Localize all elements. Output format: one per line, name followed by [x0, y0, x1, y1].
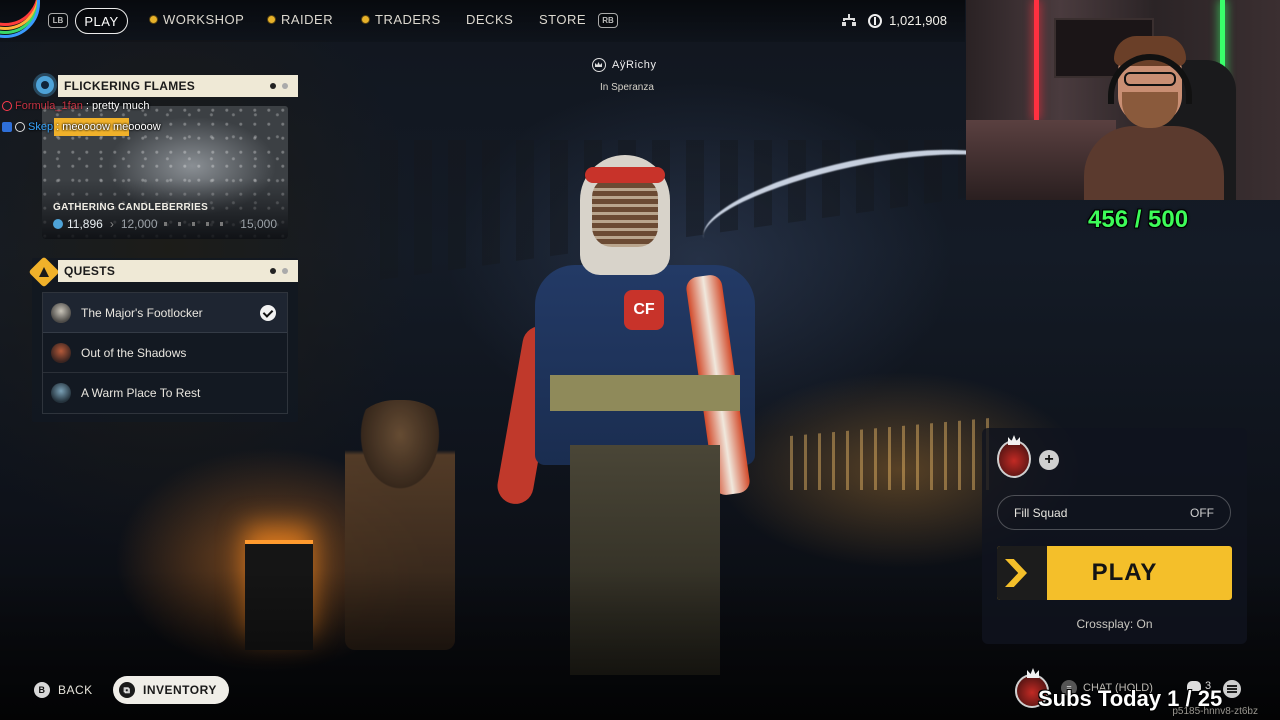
event-progress: 11,896 › 12,000 15,000: [53, 217, 277, 231]
rb-bumper-icon[interactable]: RB: [598, 13, 618, 28]
menu-icon[interactable]: [1223, 680, 1241, 698]
nav-tab-decks[interactable]: DECKS: [466, 12, 513, 27]
nav-tab-workshop[interactable]: WORKSHOP: [150, 12, 244, 27]
nav-tab-play[interactable]: PLAY: [75, 8, 128, 34]
quest-giver-avatar: [51, 302, 71, 323]
scene-candles: [790, 418, 990, 490]
event-pager[interactable]: [270, 83, 288, 89]
chat-message: Formula_1fan: pretty much: [2, 100, 149, 112]
player-location: In Speranza: [600, 82, 654, 93]
back-button[interactable]: B BACK: [34, 676, 93, 704]
view-button-icon: ⧉: [119, 682, 135, 698]
inventory-button[interactable]: ⧉ INVENTORY: [113, 676, 229, 704]
crown-icon: [1027, 668, 1039, 678]
quest-item[interactable]: A Warm Place To Rest: [43, 373, 287, 413]
chat-message: Skep: meoooow meoooow: [2, 121, 161, 133]
quests-header[interactable]: QUESTS: [58, 260, 298, 282]
quest-item[interactable]: Out of the Shadows: [43, 333, 287, 373]
quest-list: The Major's Footlocker Out of the Shadow…: [42, 292, 288, 414]
nav-tab-store[interactable]: STORE: [539, 12, 586, 27]
nav-tab-raider[interactable]: RAIDER: [268, 12, 333, 27]
gear-icon: [53, 219, 63, 229]
avatar[interactable]: [997, 440, 1031, 478]
crossplay-status: Crossplay: On: [1076, 617, 1153, 631]
player-tag: AÿRichy In Speranza: [592, 58, 657, 93]
gear-icon: [36, 76, 54, 94]
b-button-icon: B: [34, 682, 50, 698]
rainbow-overlay-icon: [0, 0, 40, 42]
add-squad-member-button[interactable]: +: [1039, 450, 1059, 470]
top-navigation: LB PLAY WORKSHOP RAIDER TRADERS DECKS ST…: [0, 0, 965, 42]
chevron-right-icon: ›: [109, 217, 114, 231]
character-logo: CF: [624, 290, 664, 330]
skill-tree-icon[interactable]: [841, 14, 857, 28]
quest-item[interactable]: The Major's Footlocker: [43, 293, 287, 333]
progress-dots: [163, 222, 235, 226]
quests-pager[interactable]: [270, 268, 288, 274]
currency-display: 1,021,908: [868, 13, 947, 28]
event-card-title: GATHERING CANDLEBERRIES: [53, 202, 209, 213]
play-button[interactable]: PLAY: [997, 546, 1232, 600]
notification-dot-icon: [362, 16, 369, 23]
check-icon: [260, 305, 276, 321]
lb-bumper-icon[interactable]: LB: [48, 13, 68, 28]
streamer-webcam: [966, 0, 1280, 200]
crown-icon: [592, 58, 606, 72]
fill-squad-toggle[interactable]: Fill Squad OFF: [997, 495, 1231, 530]
chat-badge-icon: [2, 122, 12, 132]
stream-goal-counter: 456 / 500: [1088, 206, 1189, 233]
nav-tab-traders[interactable]: TRADERS: [362, 12, 441, 27]
notification-dot-icon: [150, 16, 157, 23]
play-arrow-icon: [997, 546, 1047, 600]
quest-giver-avatar: [51, 342, 71, 363]
chat-badge-icon: [2, 101, 12, 111]
event-panel-header[interactable]: FLICKERING FLAMES: [58, 75, 298, 97]
coin-icon: [868, 13, 883, 28]
quest-giver-avatar: [51, 383, 71, 403]
build-id: p5185-hnnv8-zt6bz: [1172, 706, 1258, 717]
chat-badge-icon: [15, 122, 25, 132]
notification-dot-icon: [268, 16, 275, 23]
